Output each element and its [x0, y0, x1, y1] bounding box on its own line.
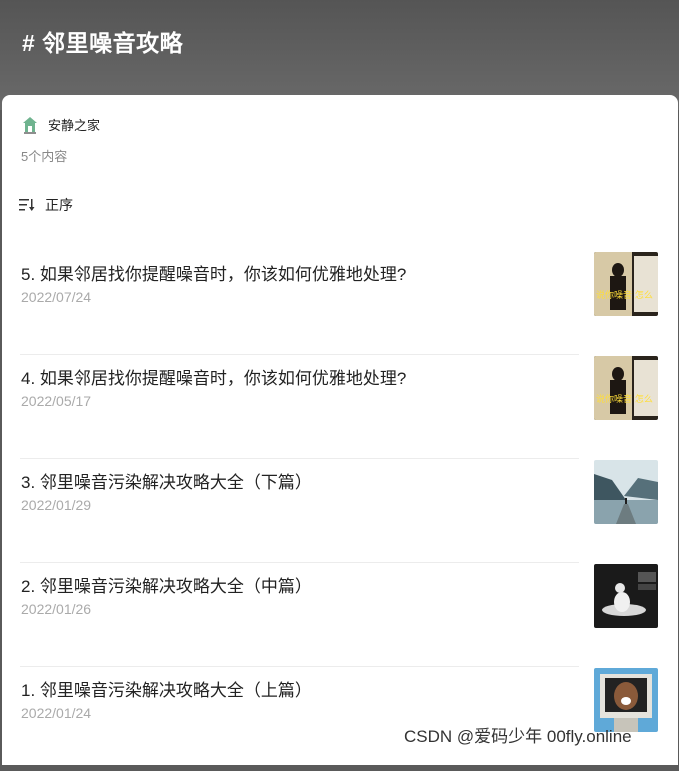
article-thumbnail[interactable] [594, 564, 658, 628]
content-card: 安静之家 5个内容 正序 5. 如果邻居找你提醒噪音时，你该如何优雅地处理? 2… [2, 95, 678, 765]
list-item[interactable]: 4. 如果邻居找你提醒噪音时，你该如何优雅地处理? 2022/05/17 说你噪… [20, 355, 660, 459]
sort-toggle[interactable]: 正序 [19, 195, 73, 215]
article-date: 2022/01/26 [21, 601, 92, 617]
list-item[interactable]: 5. 如果邻居找你提醒噪音时，你该如何优雅地处理? 2022/07/24 说你噪… [20, 251, 660, 355]
list-item[interactable]: 1. 邻里噪音污染解决攻略大全（上篇） 2022/01/24 [20, 667, 660, 771]
article-title[interactable]: 5. 如果邻居找你提醒噪音时，你该如何优雅地处理? [21, 260, 406, 285]
article-thumbnail[interactable] [594, 460, 658, 524]
house-logo-icon [23, 116, 37, 134]
article-date: 2022/05/17 [21, 393, 92, 409]
article-title[interactable]: 3. 邻里噪音污染解决攻略大全（下篇） [21, 468, 312, 493]
article-date: 2022/01/29 [21, 497, 92, 513]
content-count: 5个内容 [21, 149, 68, 164]
article-thumbnail[interactable]: 说你噪音 怎么 [594, 252, 658, 316]
article-title[interactable]: 1. 邻里噪音污染解决攻略大全（上篇） [21, 676, 312, 701]
watermark: CSDN @爱码少年 00fly.online [404, 727, 632, 746]
svg-text:说你噪音 怎么: 说你噪音 怎么 [596, 393, 653, 405]
sort-label: 正序 [45, 197, 73, 213]
account-row[interactable]: 安静之家 [22, 115, 100, 134]
article-title[interactable]: 4. 如果邻居找你提醒噪音时，你该如何优雅地处理? [21, 364, 406, 389]
article-date: 2022/01/24 [21, 705, 92, 721]
header-bar: # 邻里噪音攻略 [0, 0, 679, 110]
page-title: # 邻里噪音攻略 [22, 30, 184, 56]
sort-lines-icon [19, 199, 35, 211]
list-item[interactable]: 2. 邻里噪音污染解决攻略大全（中篇） 2022/01/26 [20, 563, 660, 667]
article-list: 5. 如果邻居找你提醒噪音时，你该如何优雅地处理? 2022/07/24 说你噪… [20, 251, 660, 771]
article-thumbnail[interactable]: 说你噪音 怎么 [594, 356, 658, 420]
svg-text:说你噪音 怎么: 说你噪音 怎么 [596, 289, 653, 301]
account-name: 安静之家 [48, 118, 101, 133]
article-date: 2022/07/24 [21, 289, 92, 305]
article-title[interactable]: 2. 邻里噪音污染解决攻略大全（中篇） [21, 572, 312, 597]
list-item[interactable]: 3. 邻里噪音污染解决攻略大全（下篇） 2022/01/29 [20, 459, 660, 563]
